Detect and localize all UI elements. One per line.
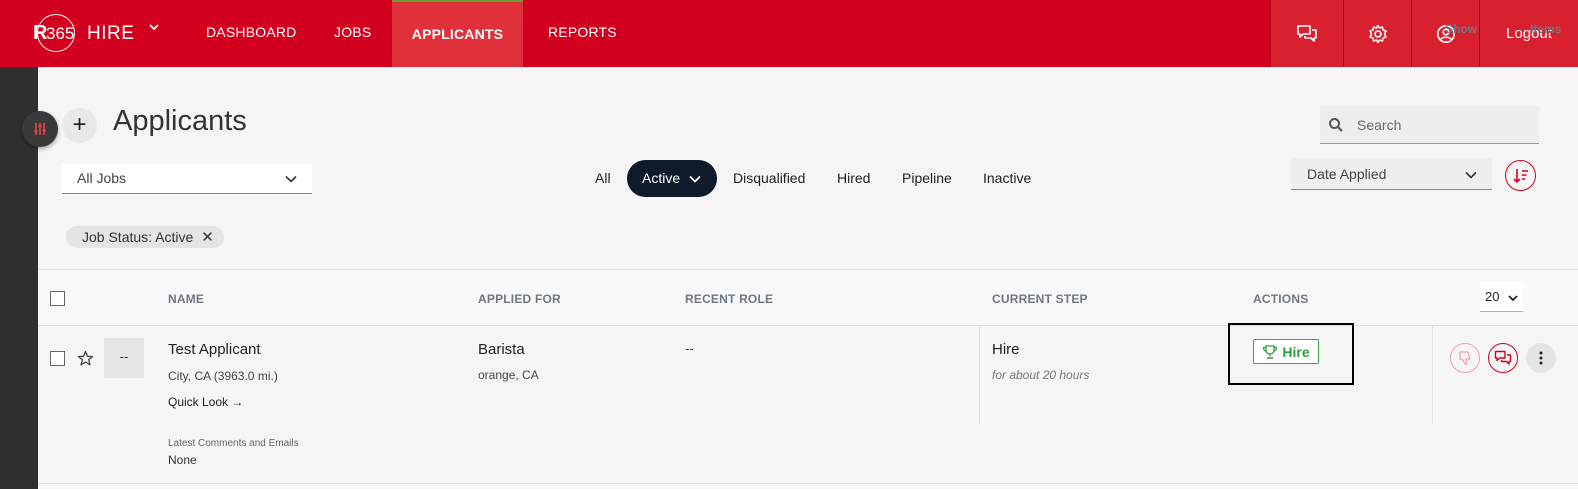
logo-365: 365 [46, 24, 75, 43]
page-title: Applicants [113, 105, 247, 137]
sort-direction-button[interactable] [1505, 160, 1536, 191]
header-applied-for[interactable]: APPLIED FOR [478, 292, 561, 306]
hire-label: Hire [1282, 343, 1310, 360]
add-applicant-button[interactable]: + [62, 108, 97, 143]
jobs-select-value: All Jobs [77, 170, 127, 186]
tab-inactive[interactable]: Inactive [983, 160, 1031, 197]
page-size-value: 20 [1485, 289, 1500, 304]
nav-reports[interactable]: REPORTS [548, 0, 617, 67]
messages-button[interactable] [1270, 0, 1343, 67]
disqualify-button[interactable] [1450, 343, 1480, 373]
more-options-button[interactable] [1526, 343, 1556, 373]
tab-hired[interactable]: Hired [837, 160, 870, 197]
logout-button[interactable]: Logout [1479, 0, 1578, 67]
search-icon [1329, 118, 1343, 132]
applied-for-job: Barista [478, 341, 525, 358]
chat-icon [1494, 350, 1512, 365]
message-applicant-button[interactable] [1488, 343, 1518, 373]
applied-for-location: orange, CA [478, 368, 539, 382]
more-vertical-icon [1539, 351, 1543, 365]
tab-disqualified[interactable]: Disqualified [733, 160, 805, 197]
sort-by-select[interactable]: Date Applied [1291, 158, 1492, 190]
star-icon[interactable] [77, 350, 94, 367]
chevron-down-icon [689, 176, 701, 184]
page-size-select[interactable]: 20 [1480, 282, 1523, 312]
header-name[interactable]: NAME [168, 292, 204, 306]
chevron-down-icon [1465, 171, 1477, 179]
sort-descending-icon [1512, 168, 1528, 183]
filter-toggle-button[interactable] [22, 111, 58, 147]
tab-active[interactable]: Active [627, 160, 718, 197]
close-icon[interactable]: ✕ [201, 229, 214, 246]
latest-comments-value: None [168, 453, 197, 467]
search-box [1320, 106, 1539, 144]
thumbs-down-icon [1459, 351, 1471, 365]
r365-hire-logo[interactable]: R 365 HIRE [31, 12, 135, 54]
select-all-checkbox[interactable] [50, 291, 65, 306]
chat-icon [1297, 24, 1317, 42]
sort-by-value: Date Applied [1307, 166, 1387, 182]
nav-applicants[interactable]: APPLICANTS [392, 0, 523, 67]
show-label: Show [1445, 22, 1477, 36]
search-input[interactable] [1357, 114, 1532, 136]
quick-look-link[interactable]: Quick Look → [168, 395, 243, 409]
table-header: NAME APPLIED FOR RECENT ROLE CURRENT STE… [38, 269, 1578, 326]
sliders-icon [34, 123, 46, 135]
header-current-step[interactable]: CURRENT STEP [992, 292, 1088, 306]
header-actions: ACTIONS [1253, 292, 1309, 306]
tab-all[interactable]: All [595, 160, 611, 197]
settings-button[interactable] [1343, 0, 1411, 67]
column-divider [1432, 326, 1433, 424]
recent-role: -- [685, 341, 694, 356]
top-nav-bar: R 365 HIRE DASHBOARD JOBS APPLICANTS REP… [0, 0, 1578, 67]
chevron-down-icon [1508, 295, 1518, 302]
latest-comments-label: Latest Comments and Emails [168, 438, 299, 449]
chip-label: Job Status: Active [82, 229, 194, 245]
current-step: Hire [992, 341, 1020, 358]
chevron-down-icon [285, 175, 297, 183]
filter-chip-job-status: Job Status: Active ✕ [66, 226, 224, 248]
chevron-down-icon[interactable] [147, 20, 161, 34]
applicant-name[interactable]: Test Applicant [168, 341, 261, 358]
items-label: Items [1530, 22, 1562, 36]
gear-icon [1368, 24, 1387, 43]
row-checkbox[interactable] [50, 351, 65, 366]
avatar: -- [104, 338, 144, 378]
step-duration: for about 20 hours [992, 368, 1090, 382]
logo-hire: HIRE [87, 23, 135, 44]
column-divider [979, 326, 980, 424]
hire-button[interactable]: Hire [1253, 339, 1319, 364]
nav-jobs[interactable]: JOBS [334, 0, 371, 67]
nav-dashboard[interactable]: DASHBOARD [206, 0, 296, 67]
trophy-icon [1263, 344, 1278, 359]
tab-pipeline[interactable]: Pipeline [902, 160, 952, 197]
applicant-location: City, CA (3963.0 mi.) [168, 369, 278, 383]
header-recent-role[interactable]: RECENT ROLE [685, 292, 773, 306]
tab-active-label: Active [642, 170, 681, 186]
jobs-filter-select[interactable]: All Jobs [62, 163, 312, 194]
